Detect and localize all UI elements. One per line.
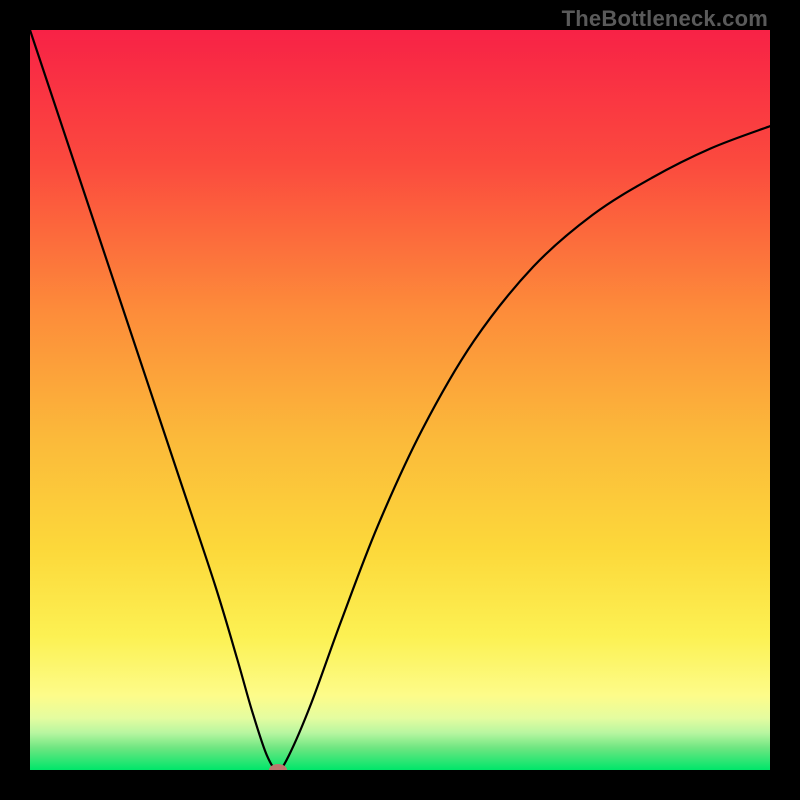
chart-frame: TheBottleneck.com: [0, 0, 800, 800]
watermark-text: TheBottleneck.com: [562, 6, 768, 32]
plot-area: [30, 30, 770, 770]
minimum-marker: [269, 764, 287, 770]
bottleneck-curve: [30, 30, 770, 770]
